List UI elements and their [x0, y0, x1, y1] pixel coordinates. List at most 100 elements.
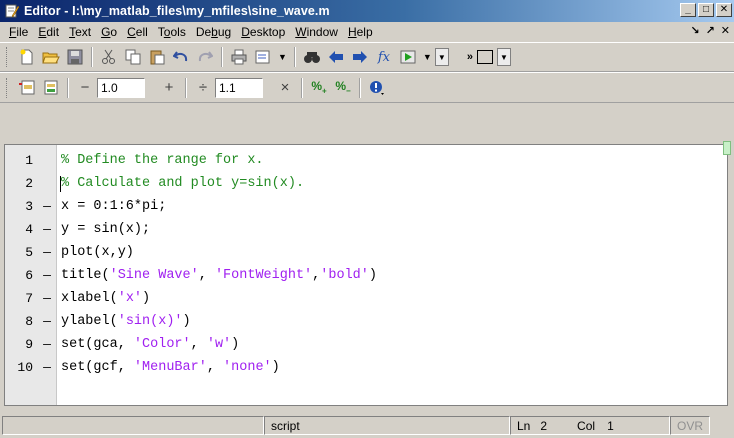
- close-document-icon[interactable]: ✕: [721, 24, 730, 37]
- dock-icon[interactable]: ↘: [690, 24, 699, 37]
- dropdown-list-button[interactable]: [251, 45, 275, 69]
- print-button[interactable]: [227, 45, 251, 69]
- code-text: ylabel('sin(x)'): [61, 314, 191, 329]
- multiply-button[interactable]: ×: [273, 76, 297, 100]
- code-line[interactable]: 1 % Define the range for x.: [25, 149, 727, 172]
- breakpoint-marker[interactable]: —: [41, 245, 53, 260]
- toolbar-grip[interactable]: [6, 47, 9, 67]
- increment-button[interactable]: +: [157, 76, 181, 100]
- menu-cell[interactable]: Cell: [122, 25, 153, 39]
- undo-button[interactable]: [169, 45, 193, 69]
- toolbar-separator: [67, 77, 69, 98]
- redo-button[interactable]: [193, 45, 217, 69]
- line-number: 9: [25, 337, 33, 352]
- remove-cell-divider-button[interactable]: %−: [331, 76, 355, 100]
- code-line[interactable]: 5 — plot(x,y): [25, 241, 727, 264]
- code-token: set(gca,: [61, 337, 134, 352]
- find-button[interactable]: [300, 45, 324, 69]
- code-line[interactable]: 8 — ylabel('sin(x)'): [25, 310, 727, 333]
- menu-bar: File Edit Text Go Cell Tools Debug Desktop Windo…: [0, 22, 734, 42]
- window-layout-box[interactable]: [476, 50, 493, 64]
- menu-text[interactable]: Text: [64, 25, 96, 39]
- breakpoint-marker[interactable]: —: [41, 291, 53, 306]
- code-token: ): [231, 337, 240, 352]
- breakpoint-marker[interactable]: —: [41, 360, 53, 375]
- close-button[interactable]: ✕: [716, 3, 732, 17]
- cell-toolbar: − + ÷ × %+ %−: [0, 72, 734, 103]
- code-editor[interactable]: 1 % Define the range for x. 2 % Calculate a…: [4, 141, 731, 406]
- code-line[interactable]: 4 — y = sin(x);: [25, 218, 727, 241]
- eval-cell-button[interactable]: [15, 76, 39, 100]
- chevron-down-icon[interactable]: ▼: [278, 52, 287, 62]
- ln-label: Ln: [517, 418, 531, 433]
- run-icon: [400, 50, 416, 64]
- code-line[interactable]: 3 — x = 0:1:6*pi;: [25, 195, 727, 218]
- menu-edit[interactable]: Edit: [33, 25, 64, 39]
- dropdown-list-icon: [255, 50, 270, 64]
- close-icon: ✕: [719, 4, 729, 15]
- cell-add-icon: %+: [311, 79, 327, 96]
- line-number: 6: [25, 268, 33, 283]
- divide-button[interactable]: ÷: [191, 76, 215, 100]
- cut-button[interactable]: [97, 45, 121, 69]
- run-options-dropdown[interactable]: ▼: [434, 48, 449, 66]
- code-line[interactable]: 7 — xlabel('x'): [25, 287, 727, 310]
- breakpoint-marker[interactable]: —: [41, 222, 53, 237]
- toolbar-grip[interactable]: [6, 77, 9, 98]
- editor-scrollbar-corner[interactable]: [723, 141, 731, 155]
- function-button[interactable]: fx: [372, 45, 396, 69]
- info-icon: [370, 80, 384, 95]
- breakpoint-marker[interactable]: —: [41, 199, 53, 214]
- save-button[interactable]: [63, 45, 87, 69]
- code-line[interactable]: 2 % Calculate and plot y=sin(x).: [25, 172, 727, 195]
- toolbar-overflow-icon[interactable]: »: [467, 51, 473, 63]
- decrement-button[interactable]: −: [73, 76, 97, 100]
- code-comment: % Calculate and plot y=sin(x).: [61, 176, 305, 191]
- code-comment: % Define the range for x.: [61, 153, 264, 168]
- forward-button[interactable]: [348, 45, 372, 69]
- maximize-button[interactable]: □: [698, 3, 714, 17]
- breakpoint-marker[interactable]: —: [41, 268, 53, 283]
- code-text: % Define the range for x.: [61, 153, 264, 168]
- decrement-value-field[interactable]: [97, 77, 145, 98]
- menu-file[interactable]: File: [4, 25, 33, 39]
- breakpoint-marker[interactable]: —: [41, 314, 53, 329]
- code-line[interactable]: 10 — set(gcf, 'MenuBar', 'none'): [17, 356, 727, 379]
- menu-debug[interactable]: Debug: [191, 25, 236, 39]
- code-area[interactable]: 1 % Define the range for x. 2 % Calculate a…: [5, 145, 727, 405]
- run-dropdown-icon[interactable]: ▼: [423, 52, 432, 62]
- menu-window[interactable]: Window: [290, 25, 343, 39]
- col-label: Col: [577, 418, 596, 433]
- code-line[interactable]: 6— title('Sine Wave', 'FontWeight','bold'…: [25, 264, 727, 287]
- menu-window-controls: ↘ ↗ ✕: [690, 24, 734, 37]
- minimize-button[interactable]: _: [680, 3, 696, 17]
- paste-button[interactable]: [145, 45, 169, 69]
- undock-icon[interactable]: ↗: [706, 24, 715, 37]
- multiply-value-field[interactable]: [215, 77, 263, 98]
- layout-dropdown[interactable]: ▼: [496, 48, 511, 66]
- menu-desktop[interactable]: Desktop: [236, 25, 290, 39]
- back-button[interactable]: [324, 45, 348, 69]
- ovr-text: OVR: [677, 418, 704, 433]
- plus-icon: +: [164, 79, 174, 96]
- maximize-icon: □: [702, 4, 710, 15]
- code-text: y = sin(x);: [61, 222, 150, 237]
- editor-app-icon[interactable]: [5, 4, 20, 18]
- back-icon: [328, 51, 343, 63]
- new-file-button[interactable]: [15, 45, 39, 69]
- copy-button[interactable]: [121, 45, 145, 69]
- code-token: ): [182, 314, 191, 329]
- eval-cell-advance-button[interactable]: [39, 76, 63, 100]
- insert-cell-divider-button[interactable]: %+: [307, 76, 331, 100]
- code-line[interactable]: 9 — set(gca, 'Color', 'w'): [25, 333, 727, 356]
- run-button[interactable]: [396, 45, 420, 69]
- open-file-button[interactable]: [39, 45, 63, 69]
- code-string: 'Color': [133, 337, 191, 352]
- line-number: 3: [25, 199, 33, 214]
- menu-tools[interactable]: Tools: [153, 25, 191, 39]
- menu-help[interactable]: Help: [343, 25, 378, 39]
- code-string: 'x': [117, 291, 143, 306]
- menu-go[interactable]: Go: [96, 25, 122, 39]
- cell-info-button[interactable]: [365, 76, 389, 100]
- breakpoint-marker[interactable]: —: [41, 337, 53, 352]
